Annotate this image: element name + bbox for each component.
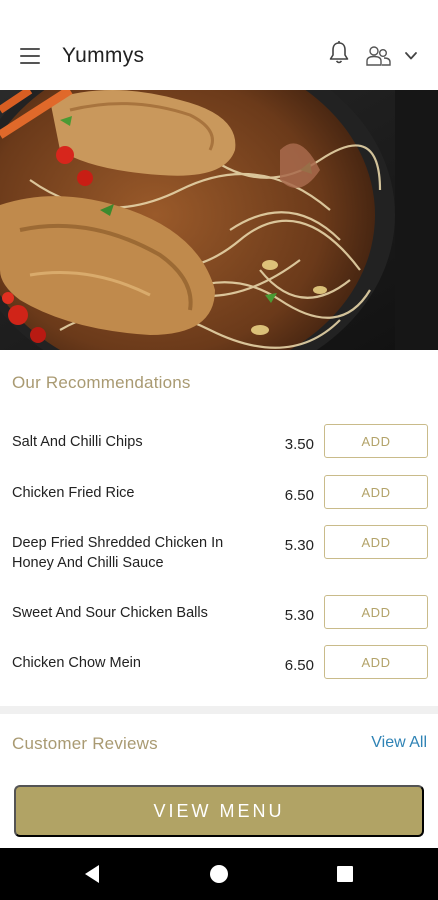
add-button[interactable]: ADD — [324, 645, 428, 679]
view-menu-button[interactable]: VIEW MENU — [14, 785, 424, 837]
reviews-section: Customer Reviews View All — [0, 714, 438, 784]
item-name: Salt And Chilli Chips — [12, 434, 143, 450]
item-name: Chicken Fried Rice — [12, 485, 135, 501]
system-nav-bar — [0, 848, 438, 900]
add-button[interactable]: ADD — [324, 595, 428, 629]
hamburger-menu-icon[interactable] — [20, 48, 40, 64]
home-icon[interactable] — [210, 865, 228, 883]
add-button[interactable]: ADD — [324, 475, 428, 509]
reviews-title: Customer Reviews — [12, 734, 158, 753]
item-price: 6.50 — [284, 657, 314, 674]
item-price: 5.30 — [284, 607, 314, 624]
item-name: Chicken Chow Mein — [12, 655, 141, 671]
add-button[interactable]: ADD — [324, 424, 428, 458]
item-name: Deep Fried Shredded Chicken In Honey And… — [12, 535, 224, 571]
hero-food-image — [0, 90, 438, 350]
profile-group-icon[interactable] — [364, 44, 392, 68]
app-bar: Yummys — [0, 0, 438, 90]
item-price: 6.50 — [284, 487, 314, 504]
bell-icon[interactable] — [327, 40, 351, 66]
chevron-down-icon[interactable] — [404, 50, 418, 62]
view-all-link[interactable]: View All — [371, 734, 427, 752]
add-button[interactable]: ADD — [324, 525, 428, 559]
recommendations-title: Our Recommendations — [12, 373, 191, 392]
item-price: 5.30 — [284, 537, 314, 554]
app-title: Yummys — [62, 44, 145, 67]
item-price: 3.50 — [284, 436, 314, 453]
recommendations-section: Our Recommendations Salt And Chilli Chip… — [0, 350, 438, 706]
item-name: Sweet And Sour Chicken Balls — [12, 605, 208, 621]
back-icon[interactable] — [83, 864, 101, 884]
recent-apps-icon[interactable] — [337, 866, 353, 882]
section-divider — [0, 706, 438, 714]
